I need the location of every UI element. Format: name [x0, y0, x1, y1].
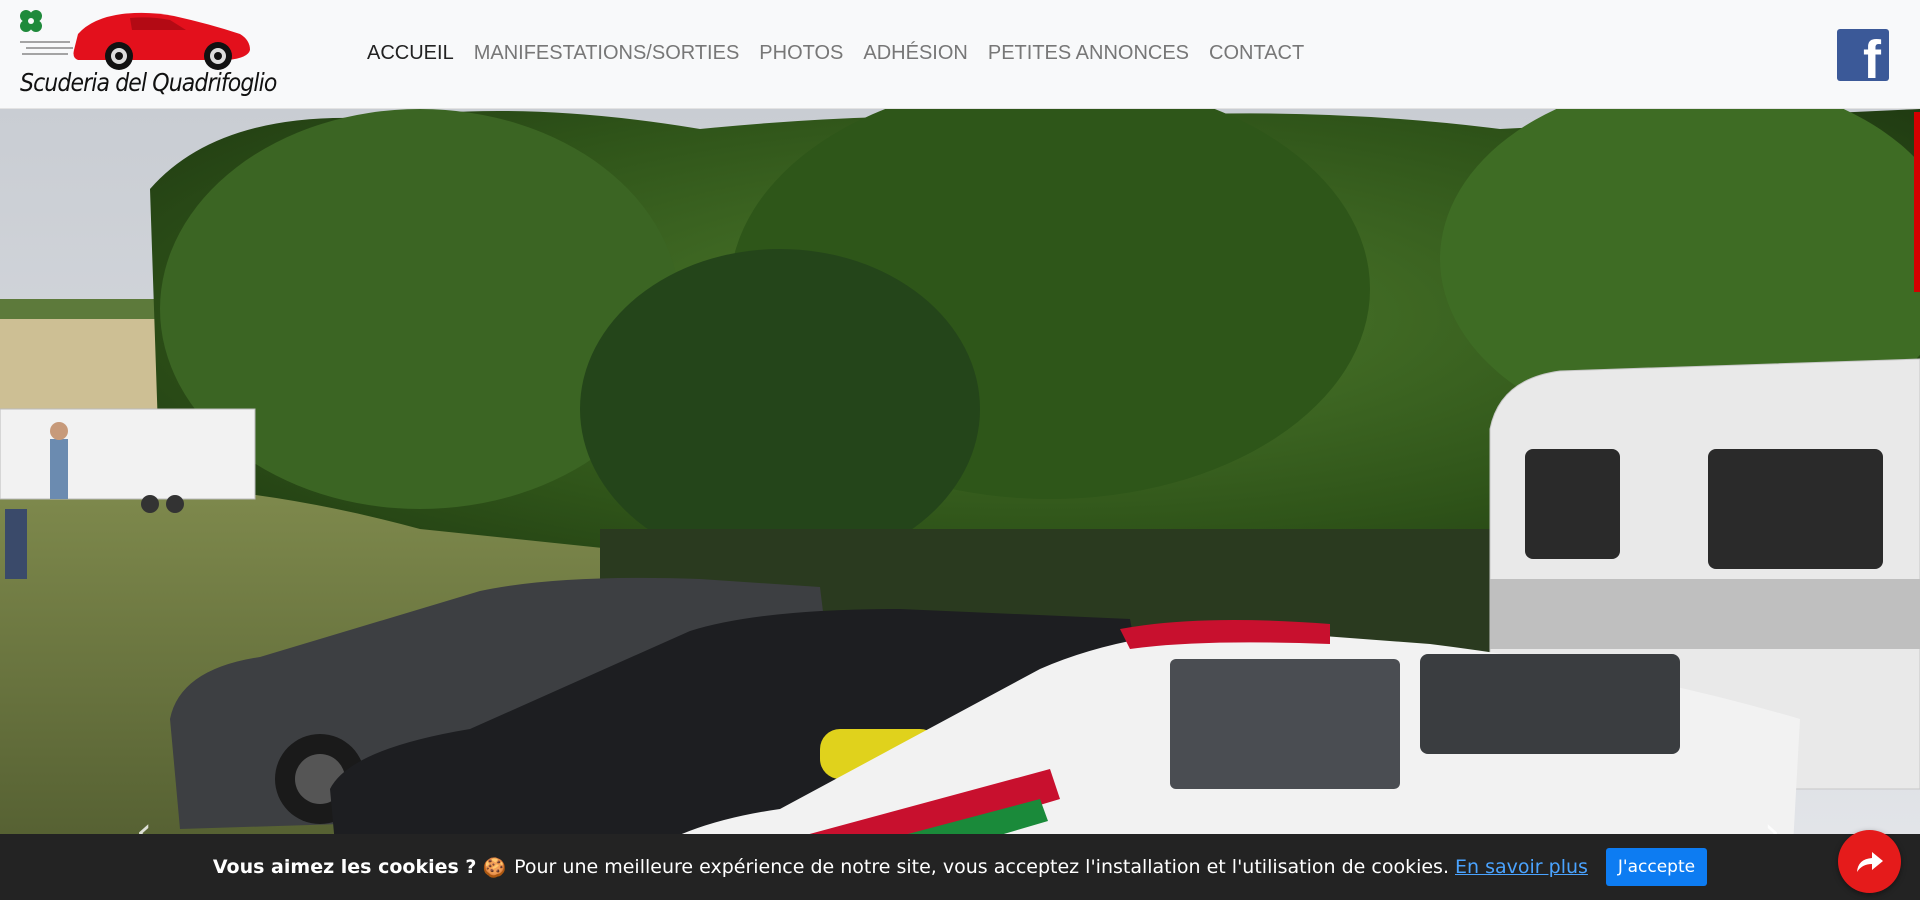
cookie-heading: Vous aimez les cookies ?: [212, 856, 477, 878]
nav-item-contact[interactable]: CONTACT: [1209, 42, 1304, 65]
four-leaf-clover-icon: [20, 10, 42, 32]
site-logo[interactable]: Scuderia del Quadrifoglio: [18, 8, 277, 100]
nav-item-manifestations[interactable]: MANIFESTATIONS/SORTIES: [474, 42, 740, 65]
cookie-learn-more-link[interactable]: En savoir plus: [1455, 856, 1588, 878]
main-nav: ACCUEIL MANIFESTATIONS/SORTIES PHOTOS AD…: [367, 42, 1324, 65]
cookie-banner: Vous aimez les cookies ? 🍪 Pour une meil…: [0, 834, 1920, 900]
hero-image: [0, 109, 1920, 900]
navbar: Scuderia del Quadrifoglio ACCUEIL MANIFE…: [0, 0, 1920, 109]
scrollbar-thumb[interactable]: [1914, 112, 1920, 292]
brand-name: Scuderia del Quadrifoglio: [20, 68, 277, 97]
nav-item-petites-annonces[interactable]: PETITES ANNONCES: [988, 42, 1189, 65]
cookie-icon: 🍪: [482, 856, 507, 879]
share-button[interactable]: [1838, 830, 1901, 893]
facebook-link[interactable]: f: [1837, 29, 1889, 87]
cookie-message: Pour une meilleure expérience de notre s…: [514, 856, 1449, 878]
nav-item-photos[interactable]: PHOTOS: [759, 42, 843, 65]
nav-item-accueil[interactable]: ACCUEIL: [367, 42, 454, 65]
hero-carousel: ‹ ›: [0, 109, 1920, 900]
nav-item-adhesion[interactable]: ADHÉSION: [863, 42, 967, 65]
share-arrow-icon: [1856, 851, 1883, 872]
facebook-icon: f: [1863, 30, 1881, 90]
cookie-accept-button[interactable]: J'accepte: [1605, 848, 1708, 886]
